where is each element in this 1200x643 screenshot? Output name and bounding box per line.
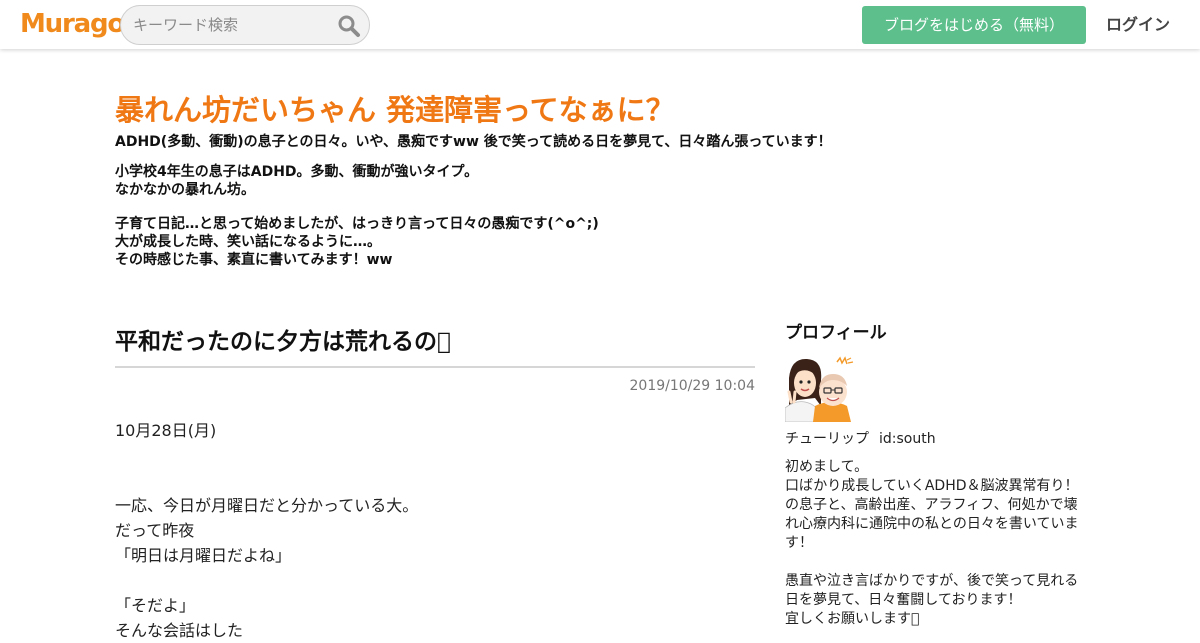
login-link[interactable]: ログイン: [1106, 6, 1170, 44]
profile-name-line: チューリップ id:south: [785, 429, 936, 449]
article-paragraph: [115, 443, 755, 468]
article-title[interactable]: 平和だったのに夕方は荒れるの􀀀: [115, 324, 755, 368]
search-input[interactable]: [131, 11, 331, 39]
avatar[interactable]: [784, 356, 855, 423]
blog-description-line: なかなかの暴れん坊。: [115, 182, 255, 198]
article-paragraph: 一応、今日が月曜日だと分かっている大。: [115, 496, 419, 515]
blog-description-line: 大が成長した時、笑い話になるように…。: [115, 234, 381, 250]
article-paragraph: [115, 568, 755, 593]
article-date: 2019/10/29 10:04: [629, 378, 756, 394]
blog-description-line: ADHD(多動、衝動)の息子との日々。いや、愚痴ですww 後で笑って読める日を夢…: [115, 134, 832, 150]
article-paragraph: 「明日は月曜日だよね」: [115, 546, 292, 565]
profile-bio-line: 宜しくお願いします􀀀: [785, 611, 920, 627]
article-paragraph: [115, 468, 755, 493]
profile-id: id:south: [879, 431, 936, 447]
article-body: 10月28日(月) 一応、今日が月曜日だと分かっている大。 だって昨夜 「明日は…: [115, 418, 755, 643]
search-box: [120, 5, 370, 45]
profile-bio-line: 口ばかり成長していくADHD＆脳波異常有り！の息子と、高齢出産、アラフィフ、何処…: [785, 478, 1079, 551]
blog-description-line: 小学校4年生の息子はADHD。多動、衝動が強いタイプ。: [115, 164, 479, 180]
profile-bio: 初めまして。 口ばかり成長していくADHD＆脳波異常有り！の息子と、高齢出産、ア…: [785, 458, 1085, 629]
blog-description: ADHD(多動、衝動)の息子との日々。いや、愚痴ですww 後で笑って読める日を夢…: [115, 133, 1075, 269]
profile-bio-line: 愚直や泣き言ばかりですが、後で笑って見れる日を夢見て、日々奮闘しております！: [785, 573, 1079, 608]
blog-title[interactable]: 暴れん坊だいちゃん 発達障害ってなぁに？: [115, 90, 675, 130]
blog-description-line: その時感じた事、素直に書いてみます！ww: [115, 252, 393, 268]
site-header: Muragon ブログをはじめる（無料） ログイン: [0, 0, 1200, 49]
search-icon[interactable]: [337, 14, 361, 38]
start-blog-button[interactable]: ブログをはじめる（無料）: [862, 6, 1086, 44]
blog-description-line: 子育て日記…と思って始めましたが、はっきり言って日々の愚痴です(^o^;): [115, 216, 599, 232]
article-paragraph: 10月28日(月): [115, 421, 217, 440]
profile-name[interactable]: チューリップ: [785, 431, 869, 447]
article-paragraph: そんな会話はした: [115, 621, 244, 640]
article-paragraph: だって昨夜: [115, 521, 195, 540]
profile-heading: プロフィール: [785, 323, 887, 343]
article-paragraph: 「そだよ」: [115, 596, 196, 615]
profile-bio-line: 初めまして。: [785, 459, 869, 475]
